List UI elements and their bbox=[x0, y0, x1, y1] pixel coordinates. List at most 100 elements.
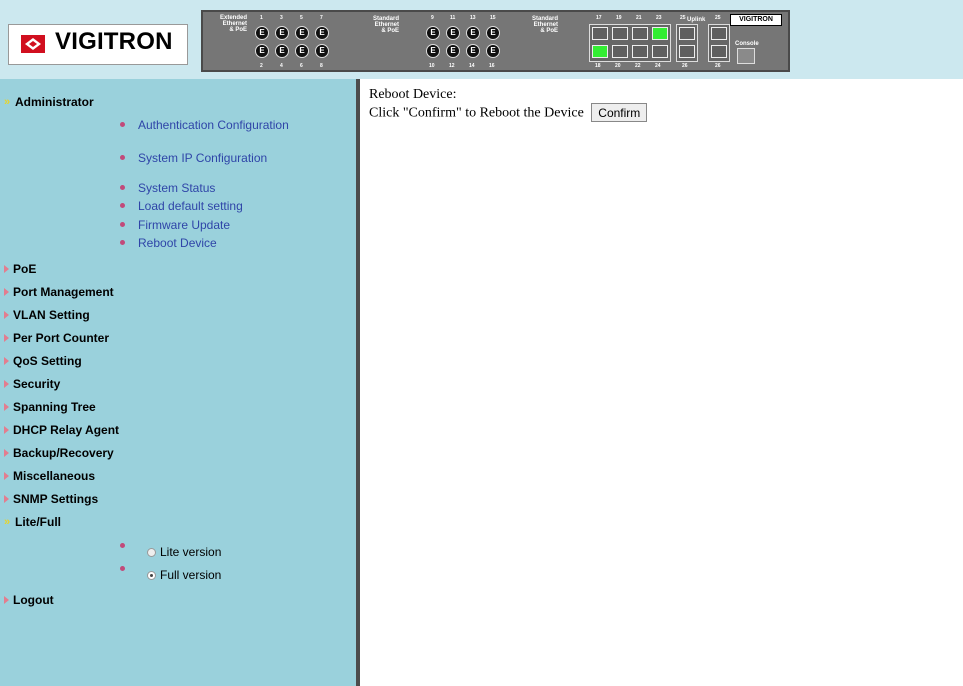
port-number: 2 bbox=[260, 63, 263, 69]
panel-brand-logo: VIGITRON bbox=[730, 14, 782, 26]
menu-logout[interactable]: Logout bbox=[4, 593, 54, 607]
port-number: 12 bbox=[449, 63, 455, 69]
page-title: Reboot Device: bbox=[369, 87, 457, 102]
bullet-icon bbox=[120, 203, 125, 208]
port-number: 8 bbox=[320, 63, 323, 69]
collapsed-arrow-icon bbox=[4, 449, 9, 457]
port-icon: E bbox=[295, 26, 309, 40]
lite-version-radio[interactable] bbox=[147, 548, 156, 558]
port-number: 1 bbox=[260, 15, 263, 21]
rj45-port-icon bbox=[612, 45, 628, 58]
port-number: 25 bbox=[680, 15, 686, 21]
collapsed-arrow-icon bbox=[4, 265, 9, 273]
port-number: 6 bbox=[300, 63, 303, 69]
group2-label: Standard Ethernet & PoE bbox=[372, 16, 399, 34]
menu-security[interactable]: Security bbox=[4, 377, 60, 391]
menu-lite-full[interactable]: » Lite/Full bbox=[4, 515, 61, 529]
menu-snmp-settings[interactable]: SNMP Settings bbox=[4, 492, 98, 506]
collapsed-arrow-icon bbox=[4, 596, 9, 604]
port-icon: E bbox=[295, 44, 309, 58]
bullet-icon bbox=[120, 122, 125, 127]
port-icon: E bbox=[255, 26, 269, 40]
port-icon: E bbox=[275, 44, 289, 58]
submenu-firmware-update[interactable]: Firmware Update bbox=[120, 219, 230, 231]
port-icon: E bbox=[315, 44, 329, 58]
collapsed-arrow-icon bbox=[4, 311, 9, 319]
menu-administrator[interactable]: » Administrator bbox=[4, 95, 94, 109]
submenu-authentication-configuration[interactable]: Authentication Configuration bbox=[120, 119, 289, 131]
port-icon: E bbox=[275, 26, 289, 40]
port-number: 11 bbox=[450, 15, 456, 21]
collapsed-arrow-icon bbox=[4, 403, 9, 411]
port-number: 22 bbox=[635, 63, 641, 69]
collapsed-arrow-icon bbox=[4, 426, 9, 434]
collapsed-arrow-icon bbox=[4, 334, 9, 342]
bullet-icon bbox=[120, 240, 125, 245]
bullet-icon bbox=[120, 566, 125, 571]
group3-label: Standard Ethernet & PoE bbox=[531, 16, 558, 34]
collapsed-arrow-icon bbox=[4, 495, 9, 503]
expanded-arrow-icon: » bbox=[4, 516, 11, 528]
expanded-arrow-icon: » bbox=[4, 96, 11, 108]
port-icon: E bbox=[446, 44, 460, 58]
menu-miscellaneous[interactable]: Miscellaneous bbox=[4, 469, 95, 483]
port-number: 5 bbox=[300, 15, 303, 21]
lite-version-option[interactable]: Lite version bbox=[120, 543, 222, 559]
collapsed-arrow-icon bbox=[4, 357, 9, 365]
bullet-icon bbox=[120, 543, 125, 548]
submenu-reboot-device[interactable]: Reboot Device bbox=[120, 237, 217, 249]
port-icon: E bbox=[315, 26, 329, 40]
instruction-text: Click "Confirm" to Reboot the Device bbox=[369, 105, 584, 121]
port-number: 3 bbox=[280, 15, 283, 21]
menu-backup-recovery[interactable]: Backup/Recovery bbox=[4, 446, 114, 460]
header: VIGITRON Extended Ethernet & PoE Standard E… bbox=[0, 0, 963, 79]
port-number: 18 bbox=[595, 63, 601, 69]
port-number: 13 bbox=[470, 15, 476, 21]
menu-dhcp-relay-agent[interactable]: DHCP Relay Agent bbox=[4, 423, 119, 437]
full-version-option[interactable]: Full version bbox=[120, 566, 221, 582]
menu-port-management[interactable]: Port Management bbox=[4, 285, 114, 299]
collapsed-arrow-icon bbox=[4, 472, 9, 480]
full-version-radio[interactable] bbox=[147, 571, 156, 581]
port-number: 15 bbox=[490, 15, 496, 21]
rj45-port-icon bbox=[679, 27, 695, 40]
diamond-logo-icon bbox=[21, 35, 45, 53]
sidebar: » Administrator Authentication Configura… bbox=[0, 79, 360, 686]
port-number: 20 bbox=[615, 63, 621, 69]
port-icon: E bbox=[466, 44, 480, 58]
rj45-port-active-icon bbox=[592, 45, 608, 58]
port-number: 4 bbox=[280, 63, 283, 69]
port-number: 16 bbox=[489, 63, 495, 69]
port-number: 23 bbox=[656, 15, 662, 21]
menu-qos-setting[interactable]: QoS Setting bbox=[4, 354, 82, 368]
port-number: 21 bbox=[636, 15, 642, 21]
port-number: 24 bbox=[655, 63, 661, 69]
port-number: 26 bbox=[715, 63, 721, 69]
group1-label: Extended Ethernet & PoE bbox=[219, 15, 247, 33]
confirm-button[interactable]: Confirm bbox=[591, 103, 648, 122]
collapsed-arrow-icon bbox=[4, 288, 9, 296]
submenu-system-ip-configuration[interactable]: System IP Configuration bbox=[120, 152, 267, 164]
rj45-port-icon bbox=[711, 45, 727, 58]
collapsed-arrow-icon bbox=[4, 380, 9, 388]
port-number: 25 bbox=[715, 15, 721, 21]
rj45-port-icon bbox=[592, 27, 608, 40]
rj45-port-icon bbox=[711, 27, 727, 40]
rj45-port-icon bbox=[679, 45, 695, 58]
radio-label: Lite version bbox=[160, 545, 222, 559]
submenu-system-status[interactable]: System Status bbox=[120, 182, 215, 194]
port-icon: E bbox=[426, 44, 440, 58]
port-number: 14 bbox=[469, 63, 475, 69]
menu-vlan-setting[interactable]: VLAN Setting bbox=[4, 308, 90, 322]
menu-per-port-counter[interactable]: Per Port Counter bbox=[4, 331, 109, 345]
switch-front-panel: Extended Ethernet & PoE Standard Ethernet & … bbox=[201, 10, 790, 72]
rj45-port-icon bbox=[612, 27, 628, 40]
reboot-instruction: Click "Confirm" to Reboot the Device Con… bbox=[369, 103, 648, 122]
menu-poe[interactable]: PoE bbox=[4, 262, 36, 276]
port-icon: E bbox=[446, 26, 460, 40]
submenu-load-default-setting[interactable]: Load default setting bbox=[120, 200, 243, 212]
port-icon: E bbox=[486, 26, 500, 40]
menu-spanning-tree[interactable]: Spanning Tree bbox=[4, 400, 96, 414]
main-content: Reboot Device: Click "Confirm" to Reboot… bbox=[369, 87, 648, 122]
port-number: 10 bbox=[429, 63, 435, 69]
